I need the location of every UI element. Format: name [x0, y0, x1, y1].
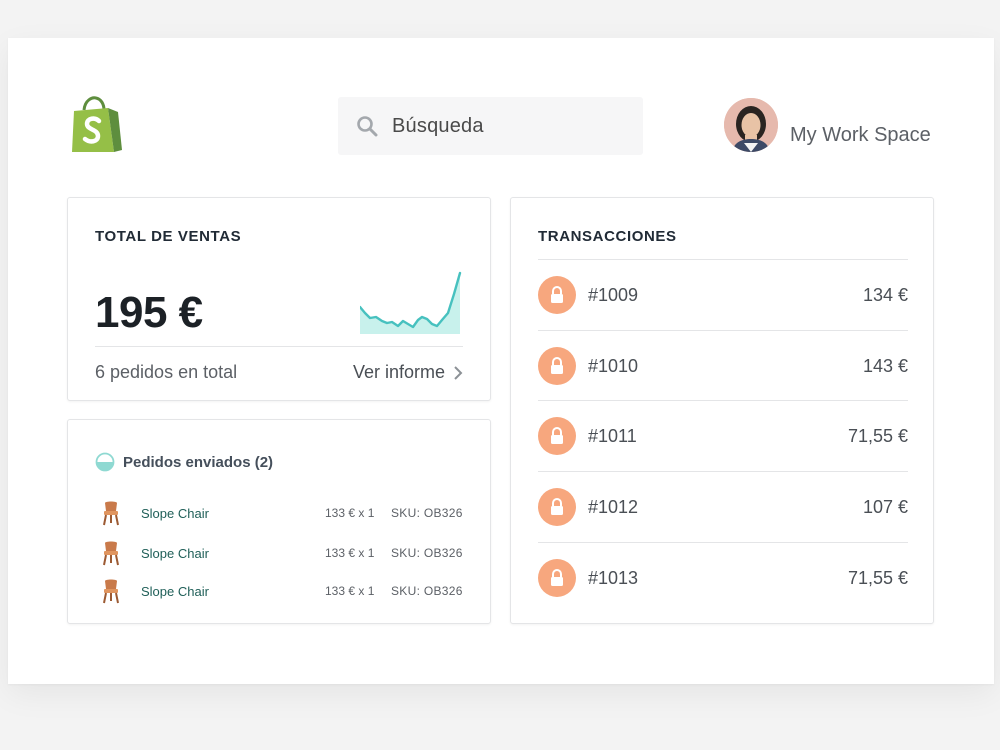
shipped-title: Pedidos enviados (2) — [123, 453, 274, 471]
search-placeholder: Búsqueda — [392, 114, 484, 137]
transaction-id: #1013 — [588, 567, 639, 588]
chevron-right-icon — [454, 365, 463, 380]
search-input[interactable]: Búsqueda — [338, 97, 643, 155]
item-name[interactable]: Slope Chair — [141, 506, 209, 521]
transaction-row[interactable]: #1013 71,55 € — [538, 542, 908, 613]
list-item[interactable]: Slope Chair 133 € x 1 SKU: OB326 — [98, 500, 468, 526]
item-name[interactable]: Slope Chair — [141, 584, 209, 599]
sales-sparkline — [360, 271, 462, 334]
lock-icon — [538, 347, 576, 385]
view-report-link[interactable]: Ver informe — [353, 362, 463, 383]
transaction-amount: 71,55 € — [847, 425, 908, 446]
avatar[interactable] — [724, 98, 778, 152]
chair-icon — [103, 501, 119, 526]
transaction-row[interactable]: #1009 134 € — [538, 259, 908, 330]
shipped-header: Pedidos enviados (2) — [95, 452, 273, 472]
workspace-name[interactable]: My Work Space — [790, 124, 931, 147]
transaction-amount: 107 € — [862, 496, 908, 517]
transaction-amount: 134 € — [862, 284, 908, 305]
half-circle-status-icon — [95, 452, 115, 472]
transaction-amount: 143 € — [862, 355, 908, 376]
divider — [95, 346, 463, 347]
shipped-orders-card: Pedidos enviados (2) Slope Chair 133 € x… — [67, 419, 491, 624]
item-name[interactable]: Slope Chair — [141, 546, 209, 561]
transaction-row[interactable]: #1012 107 € — [538, 471, 908, 542]
item-price: 133 € x 1 — [325, 546, 375, 560]
transaction-row[interactable]: #1011 71,55 € — [538, 400, 908, 471]
lock-icon — [538, 276, 576, 314]
transactions-title: TRANSACCIONES — [538, 228, 677, 245]
transaction-id: #1011 — [588, 425, 637, 446]
sales-amount: 195 € — [95, 288, 203, 337]
transaction-id: #1012 — [588, 496, 639, 517]
item-sku: SKU: OB326 — [391, 584, 463, 598]
lock-icon — [538, 559, 576, 597]
transactions-card: TRANSACCIONES #1009 134 € #1010 143 € #1… — [510, 197, 934, 624]
chair-icon — [103, 579, 119, 604]
item-price: 133 € x 1 — [325, 506, 375, 520]
item-price: 133 € x 1 — [325, 584, 375, 598]
sales-card: TOTAL DE VENTAS 195 € 6 pedidos en total… — [67, 197, 491, 401]
item-sku: SKU: OB326 — [391, 506, 463, 520]
item-sku: SKU: OB326 — [391, 546, 463, 560]
user-avatar-icon — [724, 98, 778, 152]
chair-icon — [103, 541, 119, 566]
transaction-row[interactable]: #1010 143 € — [538, 330, 908, 401]
orders-count: 6 pedidos en total — [95, 362, 238, 382]
lock-icon — [538, 488, 576, 526]
transaction-amount: 71,55 € — [847, 567, 908, 588]
lock-icon — [538, 417, 576, 455]
list-item[interactable]: Slope Chair 133 € x 1 SKU: OB326 — [98, 578, 468, 604]
list-item[interactable]: Slope Chair 133 € x 1 SKU: OB326 — [98, 540, 468, 566]
transaction-id: #1009 — [588, 284, 639, 305]
sales-title: TOTAL DE VENTAS — [95, 228, 242, 245]
shopify-logo-icon[interactable] — [70, 96, 122, 154]
view-report-label: Ver informe — [352, 362, 445, 382]
transaction-id: #1010 — [588, 355, 639, 376]
search-icon — [357, 116, 378, 137]
